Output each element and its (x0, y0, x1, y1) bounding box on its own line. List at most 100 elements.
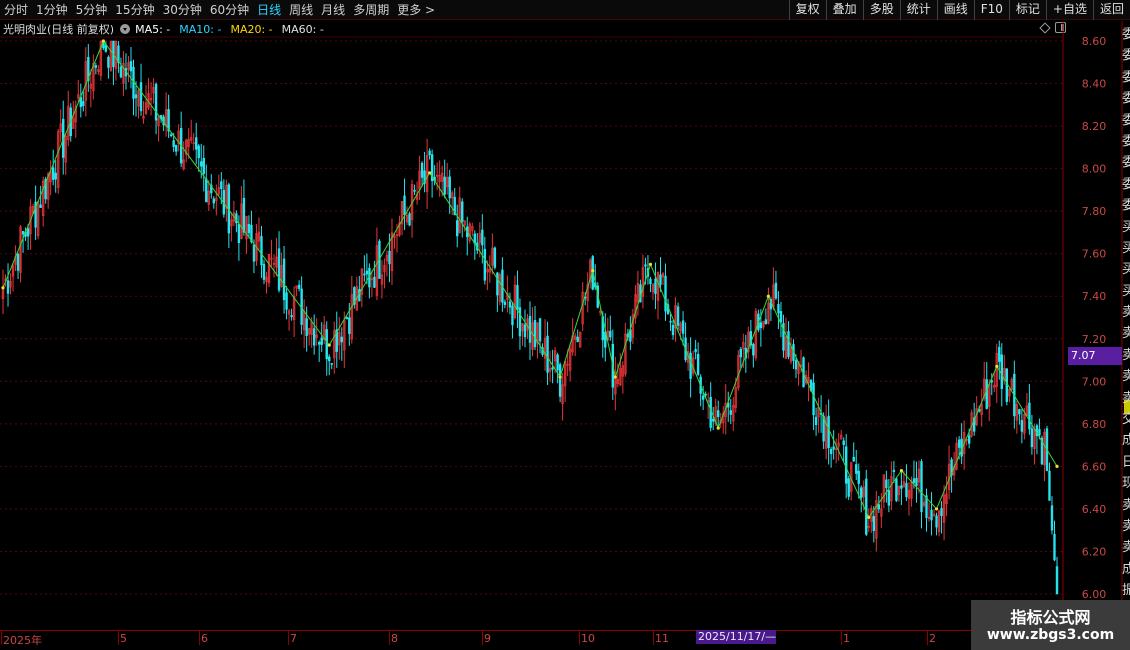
candle-body (764, 319, 768, 325)
zigzag-pivot-9 (766, 294, 771, 298)
date-tick-7 (653, 631, 654, 645)
candle-body (523, 324, 527, 338)
candle-body (892, 469, 896, 473)
candle-body (413, 189, 416, 192)
date-tick-1 (118, 631, 119, 645)
candle-body (1055, 566, 1059, 595)
site-watermark: 指标公式网 www.zbgs3.com (971, 600, 1130, 650)
kline-chart[interactable]: 8.60 8.40 8.20 8.00 7.80 7.60 7.40 7.20 7.00 6.80… (0, 0, 1130, 650)
candle-body (247, 223, 251, 234)
candle-body (827, 415, 830, 448)
candle-body (533, 320, 537, 348)
date-label-1: 5 (120, 632, 127, 645)
candle-body (212, 198, 215, 204)
candle-body (998, 346, 1001, 362)
candle-body (794, 360, 798, 370)
candle-body (887, 490, 891, 506)
candle-body (320, 337, 323, 345)
candle-body (847, 478, 850, 497)
candle-body (920, 461, 923, 513)
zigzag-pivot-2 (327, 343, 331, 347)
candle-body (860, 487, 863, 498)
candle-body (262, 263, 266, 280)
side-label-6: 委 (1122, 155, 1130, 171)
candle-body (857, 470, 860, 484)
candle-body (518, 307, 522, 337)
candle-body (503, 301, 507, 306)
side-label-9: 买 (1122, 219, 1130, 235)
y-tick-label-4: 7.80 (1082, 205, 1107, 218)
side-label-10: 买 (1122, 240, 1130, 256)
side-label-4: 委 (1122, 112, 1130, 128)
candle-body (701, 395, 705, 400)
date-label-9: 2 (929, 632, 936, 645)
candle-body (681, 320, 685, 334)
zigzag-pivot-4 (558, 375, 562, 379)
candle-body (408, 213, 411, 226)
candle-body (779, 311, 783, 323)
candle-body (242, 197, 246, 233)
candle-body (252, 244, 256, 262)
candle-body (844, 446, 848, 484)
candle-body (551, 367, 554, 370)
zigzag-pivot-0 (1, 286, 5, 290)
date-tick-4 (389, 631, 390, 645)
candle-body (169, 134, 173, 136)
candle-body (107, 56, 110, 68)
candle-body (330, 363, 333, 365)
candle-body (940, 508, 943, 516)
candle-body (872, 516, 876, 531)
candle-body (717, 410, 720, 418)
candle-body (483, 248, 487, 281)
date-tick-5 (482, 631, 483, 645)
y-tick-label-0: 8.60 (1082, 35, 1107, 48)
candle-body (671, 324, 675, 336)
zigzag-pivot-3 (428, 171, 432, 175)
date-tick-3 (288, 631, 289, 645)
y-tick-label-1: 8.40 (1082, 78, 1107, 91)
candle-body (759, 322, 763, 329)
candle-body (388, 250, 391, 265)
candle-body (659, 274, 662, 285)
candle-body (237, 224, 241, 244)
candle-body (496, 272, 499, 296)
candle-body (282, 258, 286, 301)
candle-body (669, 320, 672, 323)
date-tick-9 (927, 631, 928, 645)
date-axis: 2025年 5 6 7 8 9 10 11 1 2 (0, 630, 1130, 650)
date-label-6: 10 (581, 632, 595, 645)
candle-body (134, 94, 138, 99)
y-tick-label-2: 8.20 (1082, 120, 1107, 133)
candle-body (689, 352, 692, 379)
candle-body (195, 137, 198, 150)
zigzag-pivot-13 (995, 364, 999, 369)
candle-body (654, 278, 657, 294)
candle-body (260, 236, 263, 266)
candle-body (1018, 409, 1021, 415)
candle-body (172, 140, 175, 147)
side-label-18: 交 (1122, 412, 1130, 428)
zigzag-pivot-5 (591, 269, 595, 273)
candle-body (1048, 470, 1051, 501)
candle-body (912, 478, 916, 484)
y-tick-label-11: 6.40 (1082, 503, 1107, 516)
candle-body (935, 515, 938, 528)
candle-body (26, 228, 30, 237)
side-label-23: 卖 (1122, 518, 1130, 534)
zigzag-line (2, 39, 1058, 519)
y-tick-label-3: 8.00 (1082, 163, 1107, 176)
candle-body (340, 336, 343, 343)
side-label-2: 委 (1122, 69, 1130, 85)
date-label-4: 8 (391, 632, 398, 645)
side-label-22: 卖 (1122, 497, 1130, 513)
candle-body (829, 448, 833, 455)
side-label-26: 振 (1122, 583, 1130, 599)
side-label-1: 委 (1122, 48, 1130, 64)
side-label-7: 委 (1122, 176, 1130, 192)
zigzag-pivot-11 (899, 469, 904, 473)
candle-body (814, 416, 818, 425)
date-tick-8 (841, 631, 842, 645)
side-label-12: 买 (1122, 283, 1130, 299)
zigzag-pivot-6 (613, 375, 617, 379)
watermark-url: www.zbgs3.com (986, 627, 1115, 643)
